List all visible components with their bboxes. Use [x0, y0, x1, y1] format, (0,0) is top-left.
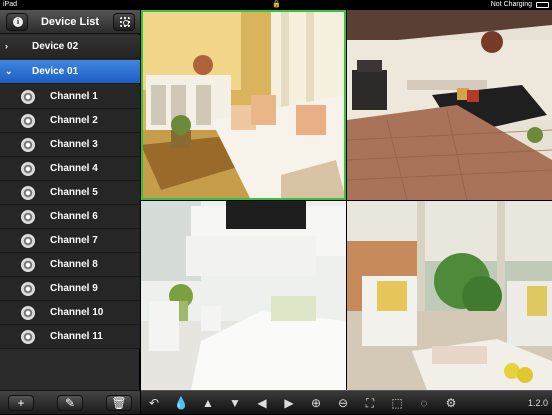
camera-channel-icon [21, 186, 35, 200]
ptz-toolbar: ↶ 💧 ▲ ▼ ◀ ▶ ⊕ ⊖ ⛶ ⬚ ◌ ⚙ 1.2.0 [141, 390, 552, 414]
device-label: Device 02 [32, 41, 79, 52]
pencil-icon: ✎ [64, 396, 76, 410]
camera-grid [141, 10, 552, 390]
channel-label: Channel 9 [50, 283, 98, 294]
camera-channel-icon [21, 234, 35, 248]
channel-row[interactable]: Channel 8 [0, 253, 140, 277]
version-label: 1.2.0 [527, 398, 548, 408]
plus-icon: + [17, 396, 25, 410]
info-button[interactable]: i [6, 13, 28, 31]
camera-channel-icon [21, 138, 35, 152]
edit-device-button[interactable]: ✎ [57, 395, 83, 411]
channel-label: Channel 11 [50, 331, 103, 342]
channel-label: Channel 5 [50, 187, 98, 198]
channel-row[interactable]: Channel 2 [0, 109, 140, 133]
lock-icon: 🔒 [272, 1, 281, 8]
sidebar-title: Device List [40, 16, 100, 28]
record-icon[interactable]: ◌ [415, 394, 433, 412]
channel-label: Channel 7 [50, 235, 98, 246]
channel-label: Channel 1 [50, 91, 98, 102]
camera-view-4[interactable] [347, 201, 552, 390]
channel-row[interactable]: Channel 4 [0, 157, 140, 181]
channel-row[interactable]: Channel 1 [0, 85, 140, 109]
battery-icon [536, 2, 549, 8]
pan-down-icon[interactable]: ▼ [226, 394, 244, 412]
channel-row[interactable]: Channel 11 [0, 325, 140, 349]
device-row-02[interactable]: › Device 02 [0, 35, 140, 59]
settings-icon[interactable]: ⚙ [442, 394, 460, 412]
camera-channel-icon [21, 282, 35, 296]
channel-label: Channel 6 [50, 211, 98, 222]
sidebar-header: i Device List [0, 10, 140, 34]
channel-label: Channel 10 [50, 307, 104, 318]
sidebar-footer: + ✎ 🗑 [0, 390, 140, 414]
camera-view-3[interactable] [141, 201, 346, 390]
camera-channel-icon [21, 162, 35, 176]
camera-channel-icon [21, 306, 35, 320]
channel-row[interactable]: Channel 10 [0, 301, 140, 325]
conservatory-image [347, 201, 552, 390]
camera-channel-icon [21, 330, 35, 344]
camera-view-1[interactable] [141, 10, 346, 200]
chevron-right-icon: › [5, 41, 8, 51]
pan-left-icon[interactable]: ◀ [253, 394, 271, 412]
device-row-01[interactable]: ⌄ Device 01 [0, 60, 140, 84]
device-name: iPad [3, 1, 18, 8]
zoom-in-icon[interactable]: ⊕ [307, 394, 325, 412]
fit-icon[interactable]: ⛶ [361, 394, 379, 412]
channel-label: Channel 4 [50, 163, 98, 174]
info-icon: i [13, 17, 23, 27]
gear-icon [120, 17, 130, 27]
camera-view-2[interactable] [347, 10, 552, 200]
settings-button[interactable] [113, 13, 135, 31]
channel-label: Channel 3 [50, 139, 98, 150]
delete-device-button[interactable]: 🗑 [106, 395, 132, 411]
fireplace-image [347, 10, 552, 200]
fullscreen-icon[interactable]: ⬚ [388, 394, 406, 412]
camera-channel-icon [21, 114, 35, 128]
camera-channel-icon [21, 210, 35, 224]
trash-icon: 🗑 [111, 396, 127, 410]
zoom-out-icon[interactable]: ⊖ [334, 394, 352, 412]
pan-right-icon[interactable]: ▶ [280, 394, 298, 412]
add-device-button[interactable]: + [8, 395, 34, 411]
device-list-sidebar: i Device List › Device 02 ⌄ Device 01 Ch… [0, 10, 140, 414]
channel-label: Channel 2 [50, 115, 98, 126]
camera-channel-icon [21, 90, 35, 104]
pan-up-icon[interactable]: ▲ [199, 394, 217, 412]
channel-row[interactable]: Channel 6 [0, 205, 140, 229]
channel-row[interactable]: Channel 9 [0, 277, 140, 301]
drop-icon[interactable]: 💧 [172, 394, 190, 412]
living-room-image [141, 10, 346, 200]
channel-label: Channel 8 [50, 259, 98, 270]
device-label: Device 01 [32, 66, 79, 77]
status-bar: iPad 🔒 Not Charging [0, 0, 552, 10]
channel-row[interactable]: Channel 7 [0, 229, 140, 253]
back-icon[interactable]: ↶ [145, 394, 163, 412]
camera-channel-icon [21, 258, 35, 272]
charging-status: Not Charging [490, 1, 532, 8]
chevron-down-icon: ⌄ [5, 66, 13, 76]
channel-row[interactable]: Channel 3 [0, 133, 140, 157]
channel-row[interactable]: Channel 5 [0, 181, 140, 205]
white-lounge-image [141, 201, 346, 390]
